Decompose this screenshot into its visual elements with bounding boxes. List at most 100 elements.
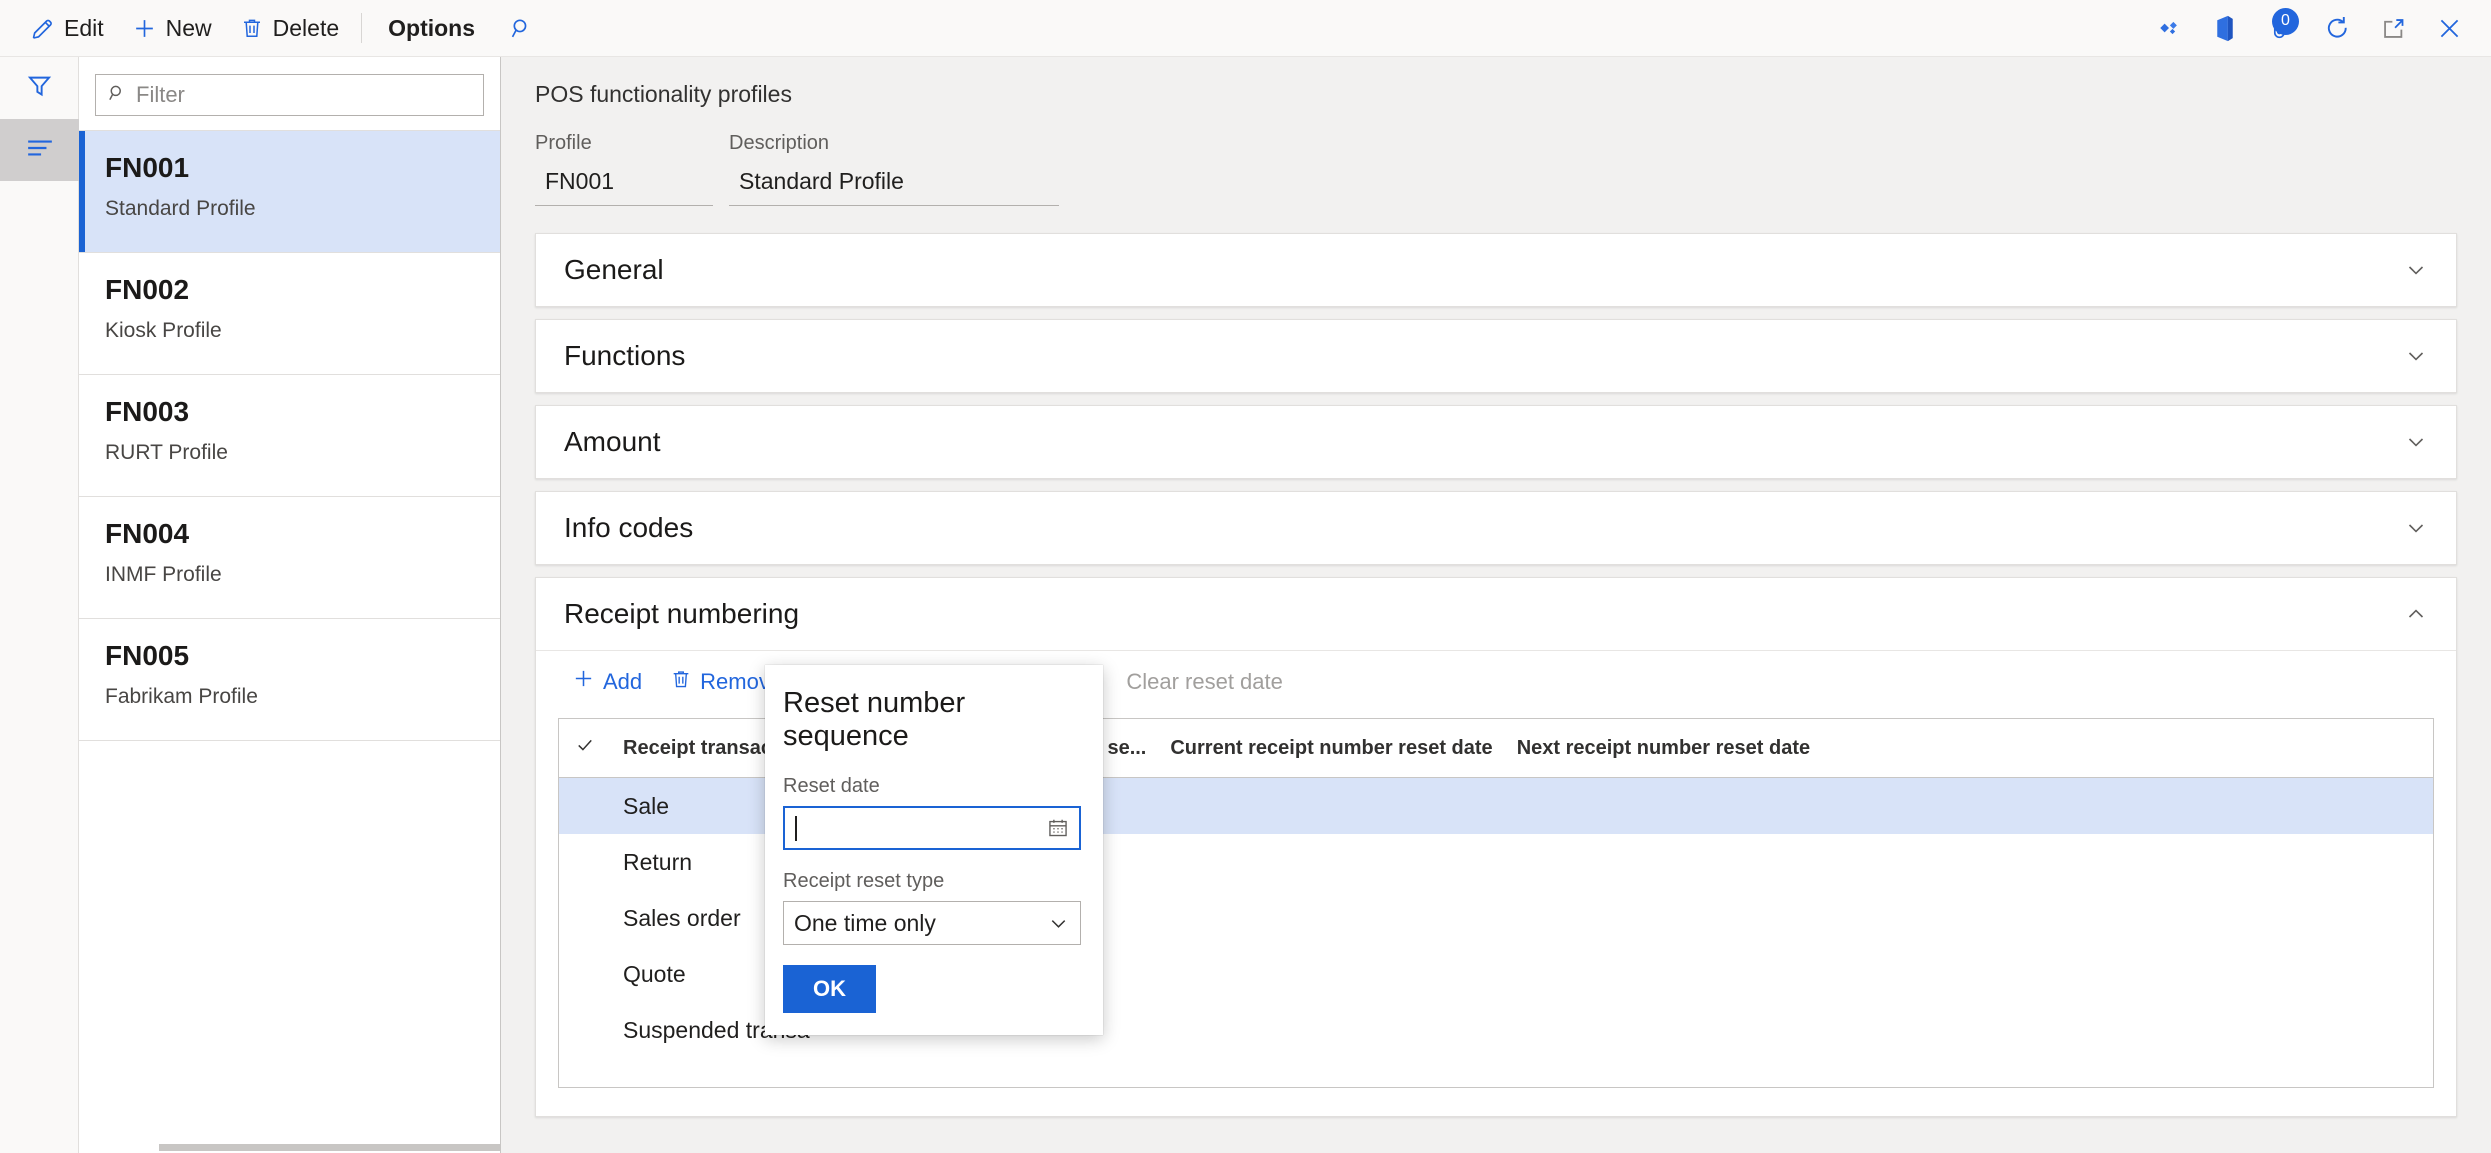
reset-date-label: Reset date bbox=[783, 775, 880, 797]
filter-rail-button[interactable] bbox=[0, 57, 79, 119]
cell-current-reset-date[interactable] bbox=[1158, 834, 1504, 890]
chevron-down-icon bbox=[2404, 258, 2428, 282]
list-item-subtitle: INMF Profile bbox=[105, 563, 222, 586]
profile-field-value[interactable]: FN001 bbox=[535, 163, 713, 206]
cell-current-reset-date[interactable] bbox=[1158, 777, 1505, 834]
row-select-cell[interactable] bbox=[559, 946, 611, 1002]
section-info-codes: Info codes bbox=[535, 491, 2457, 565]
cell-current-reset-date[interactable] bbox=[1158, 946, 1504, 1002]
list-item-subtitle: RURT Profile bbox=[105, 441, 228, 464]
row-select-cell[interactable] bbox=[559, 890, 611, 946]
filter-container bbox=[79, 57, 500, 130]
list-item-title: FN002 bbox=[105, 274, 190, 305]
edit-button-label: Edit bbox=[64, 14, 104, 41]
plus-icon bbox=[132, 16, 157, 41]
list-item-fn002[interactable]: FN002 Kiosk Profile bbox=[79, 253, 500, 375]
receipt-reset-type-label: Receipt reset type bbox=[783, 870, 945, 892]
section-general: General bbox=[535, 233, 2457, 307]
trash-icon bbox=[670, 668, 692, 696]
chevron-down-icon bbox=[2404, 430, 2428, 454]
description-field-value[interactable]: Standard Profile bbox=[729, 163, 1059, 206]
list-rail-button[interactable] bbox=[0, 119, 79, 181]
header-fields: Profile FN001 Description Standard Profi… bbox=[535, 132, 2457, 206]
checkmark-icon bbox=[575, 735, 595, 755]
options-button[interactable]: Options bbox=[370, 0, 493, 57]
popout-icon[interactable] bbox=[2365, 0, 2421, 57]
section-functions: Functions bbox=[535, 319, 2457, 393]
list-item-fn005[interactable]: FN005 Fabrikam Profile bbox=[79, 619, 500, 741]
add-button[interactable]: Add bbox=[558, 659, 656, 704]
filter-icon bbox=[26, 72, 53, 104]
list-item-fn004[interactable]: FN004 INMF Profile bbox=[79, 497, 500, 619]
section-title: General bbox=[564, 254, 664, 285]
page-header: POS functionality profiles Profile FN001… bbox=[501, 57, 2491, 206]
section-functions-header[interactable]: Functions bbox=[536, 320, 2456, 392]
cell-next-reset-date[interactable] bbox=[1505, 890, 1835, 946]
new-button[interactable]: New bbox=[118, 0, 226, 57]
new-button-label: New bbox=[165, 14, 212, 41]
list-item-subtitle: Standard Profile bbox=[105, 197, 256, 220]
section-title: Info codes bbox=[564, 512, 694, 543]
chevron-down-icon bbox=[1047, 912, 1070, 935]
column-header-current-reset-date[interactable]: Current receipt number reset date bbox=[1158, 719, 1505, 778]
list-item-subtitle: Fabrikam Profile bbox=[105, 685, 258, 708]
list-item-title: FN003 bbox=[105, 396, 190, 427]
search-button[interactable] bbox=[493, 0, 550, 57]
cell-next-reset-date[interactable] bbox=[1505, 834, 1835, 890]
list-item-title: FN005 bbox=[105, 640, 190, 671]
reset-number-sequence-dialog: Reset number sequence Reset date Receipt… bbox=[765, 665, 1103, 1035]
row-select-cell[interactable] bbox=[559, 1002, 611, 1058]
edit-button[interactable]: Edit bbox=[16, 0, 118, 57]
section-receipt-numbering-header[interactable]: Receipt numbering bbox=[536, 578, 2456, 650]
profile-field-label: Profile bbox=[535, 132, 592, 154]
column-header-next-reset-date[interactable]: Next receipt number reset date bbox=[1504, 719, 1835, 778]
delete-button[interactable]: Delete bbox=[226, 0, 353, 57]
cell-spacer bbox=[1835, 946, 2433, 1002]
section-amount-header[interactable]: Amount bbox=[536, 406, 2456, 478]
cell-current-reset-date[interactable] bbox=[1158, 1002, 1504, 1058]
cell-next-reset-date[interactable] bbox=[1505, 1002, 1835, 1058]
filter-input[interactable] bbox=[136, 82, 472, 108]
cell-current-reset-date[interactable] bbox=[1158, 890, 1504, 946]
list-item-subtitle: Kiosk Profile bbox=[105, 319, 222, 342]
list-item-fn003[interactable]: FN003 RURT Profile bbox=[79, 375, 500, 497]
list-item-fn001[interactable]: FN001 Standard Profile bbox=[79, 131, 500, 253]
list-item-title: FN001 bbox=[105, 152, 190, 183]
calendar-icon[interactable] bbox=[1047, 817, 1069, 839]
text-caret bbox=[795, 815, 797, 841]
row-select-cell[interactable] bbox=[559, 834, 611, 890]
select-all-column-header[interactable] bbox=[559, 719, 611, 778]
receipt-reset-type-value: One time only bbox=[794, 909, 936, 936]
refresh-icon[interactable] bbox=[2309, 0, 2365, 57]
chevron-up-icon bbox=[2404, 602, 2428, 626]
toolbar-divider bbox=[361, 13, 363, 43]
chevron-down-icon bbox=[2404, 516, 2428, 540]
cell-spacer bbox=[1835, 834, 2433, 890]
dynamics-logo-icon[interactable] bbox=[2141, 0, 2197, 57]
attachment-icon[interactable]: 0 bbox=[2253, 0, 2309, 57]
search-icon bbox=[107, 83, 127, 108]
clear-reset-date-button[interactable]: Clear reset date bbox=[1112, 661, 1297, 703]
main-content: POS functionality profiles Profile FN001… bbox=[501, 57, 2491, 1153]
profile-field: Profile FN001 bbox=[535, 132, 713, 206]
office-logo-icon[interactable] bbox=[2197, 0, 2253, 57]
section-general-header[interactable]: General bbox=[536, 234, 2456, 306]
row-select-cell[interactable] bbox=[559, 777, 611, 834]
search-icon bbox=[509, 16, 534, 41]
ok-button[interactable]: OK bbox=[783, 965, 876, 1013]
dialog-title: Reset number sequence bbox=[783, 687, 966, 752]
section-info-codes-header[interactable]: Info codes bbox=[536, 492, 2456, 564]
section-title: Functions bbox=[564, 340, 686, 371]
list-icon bbox=[26, 137, 54, 164]
description-field: Description Standard Profile bbox=[729, 132, 1059, 206]
cell-next-reset-date[interactable] bbox=[1505, 946, 1835, 1002]
left-icon-rail bbox=[0, 57, 79, 1153]
section-title: Amount bbox=[564, 426, 661, 457]
delete-button-label: Delete bbox=[272, 14, 340, 41]
reset-date-input[interactable] bbox=[783, 806, 1081, 850]
cell-next-reset-date[interactable] bbox=[1504, 777, 1835, 834]
close-icon[interactable] bbox=[2421, 0, 2477, 57]
section-title: Receipt numbering bbox=[564, 598, 800, 629]
filter-box[interactable] bbox=[95, 74, 484, 116]
receipt-reset-type-select[interactable]: One time only bbox=[783, 901, 1081, 945]
